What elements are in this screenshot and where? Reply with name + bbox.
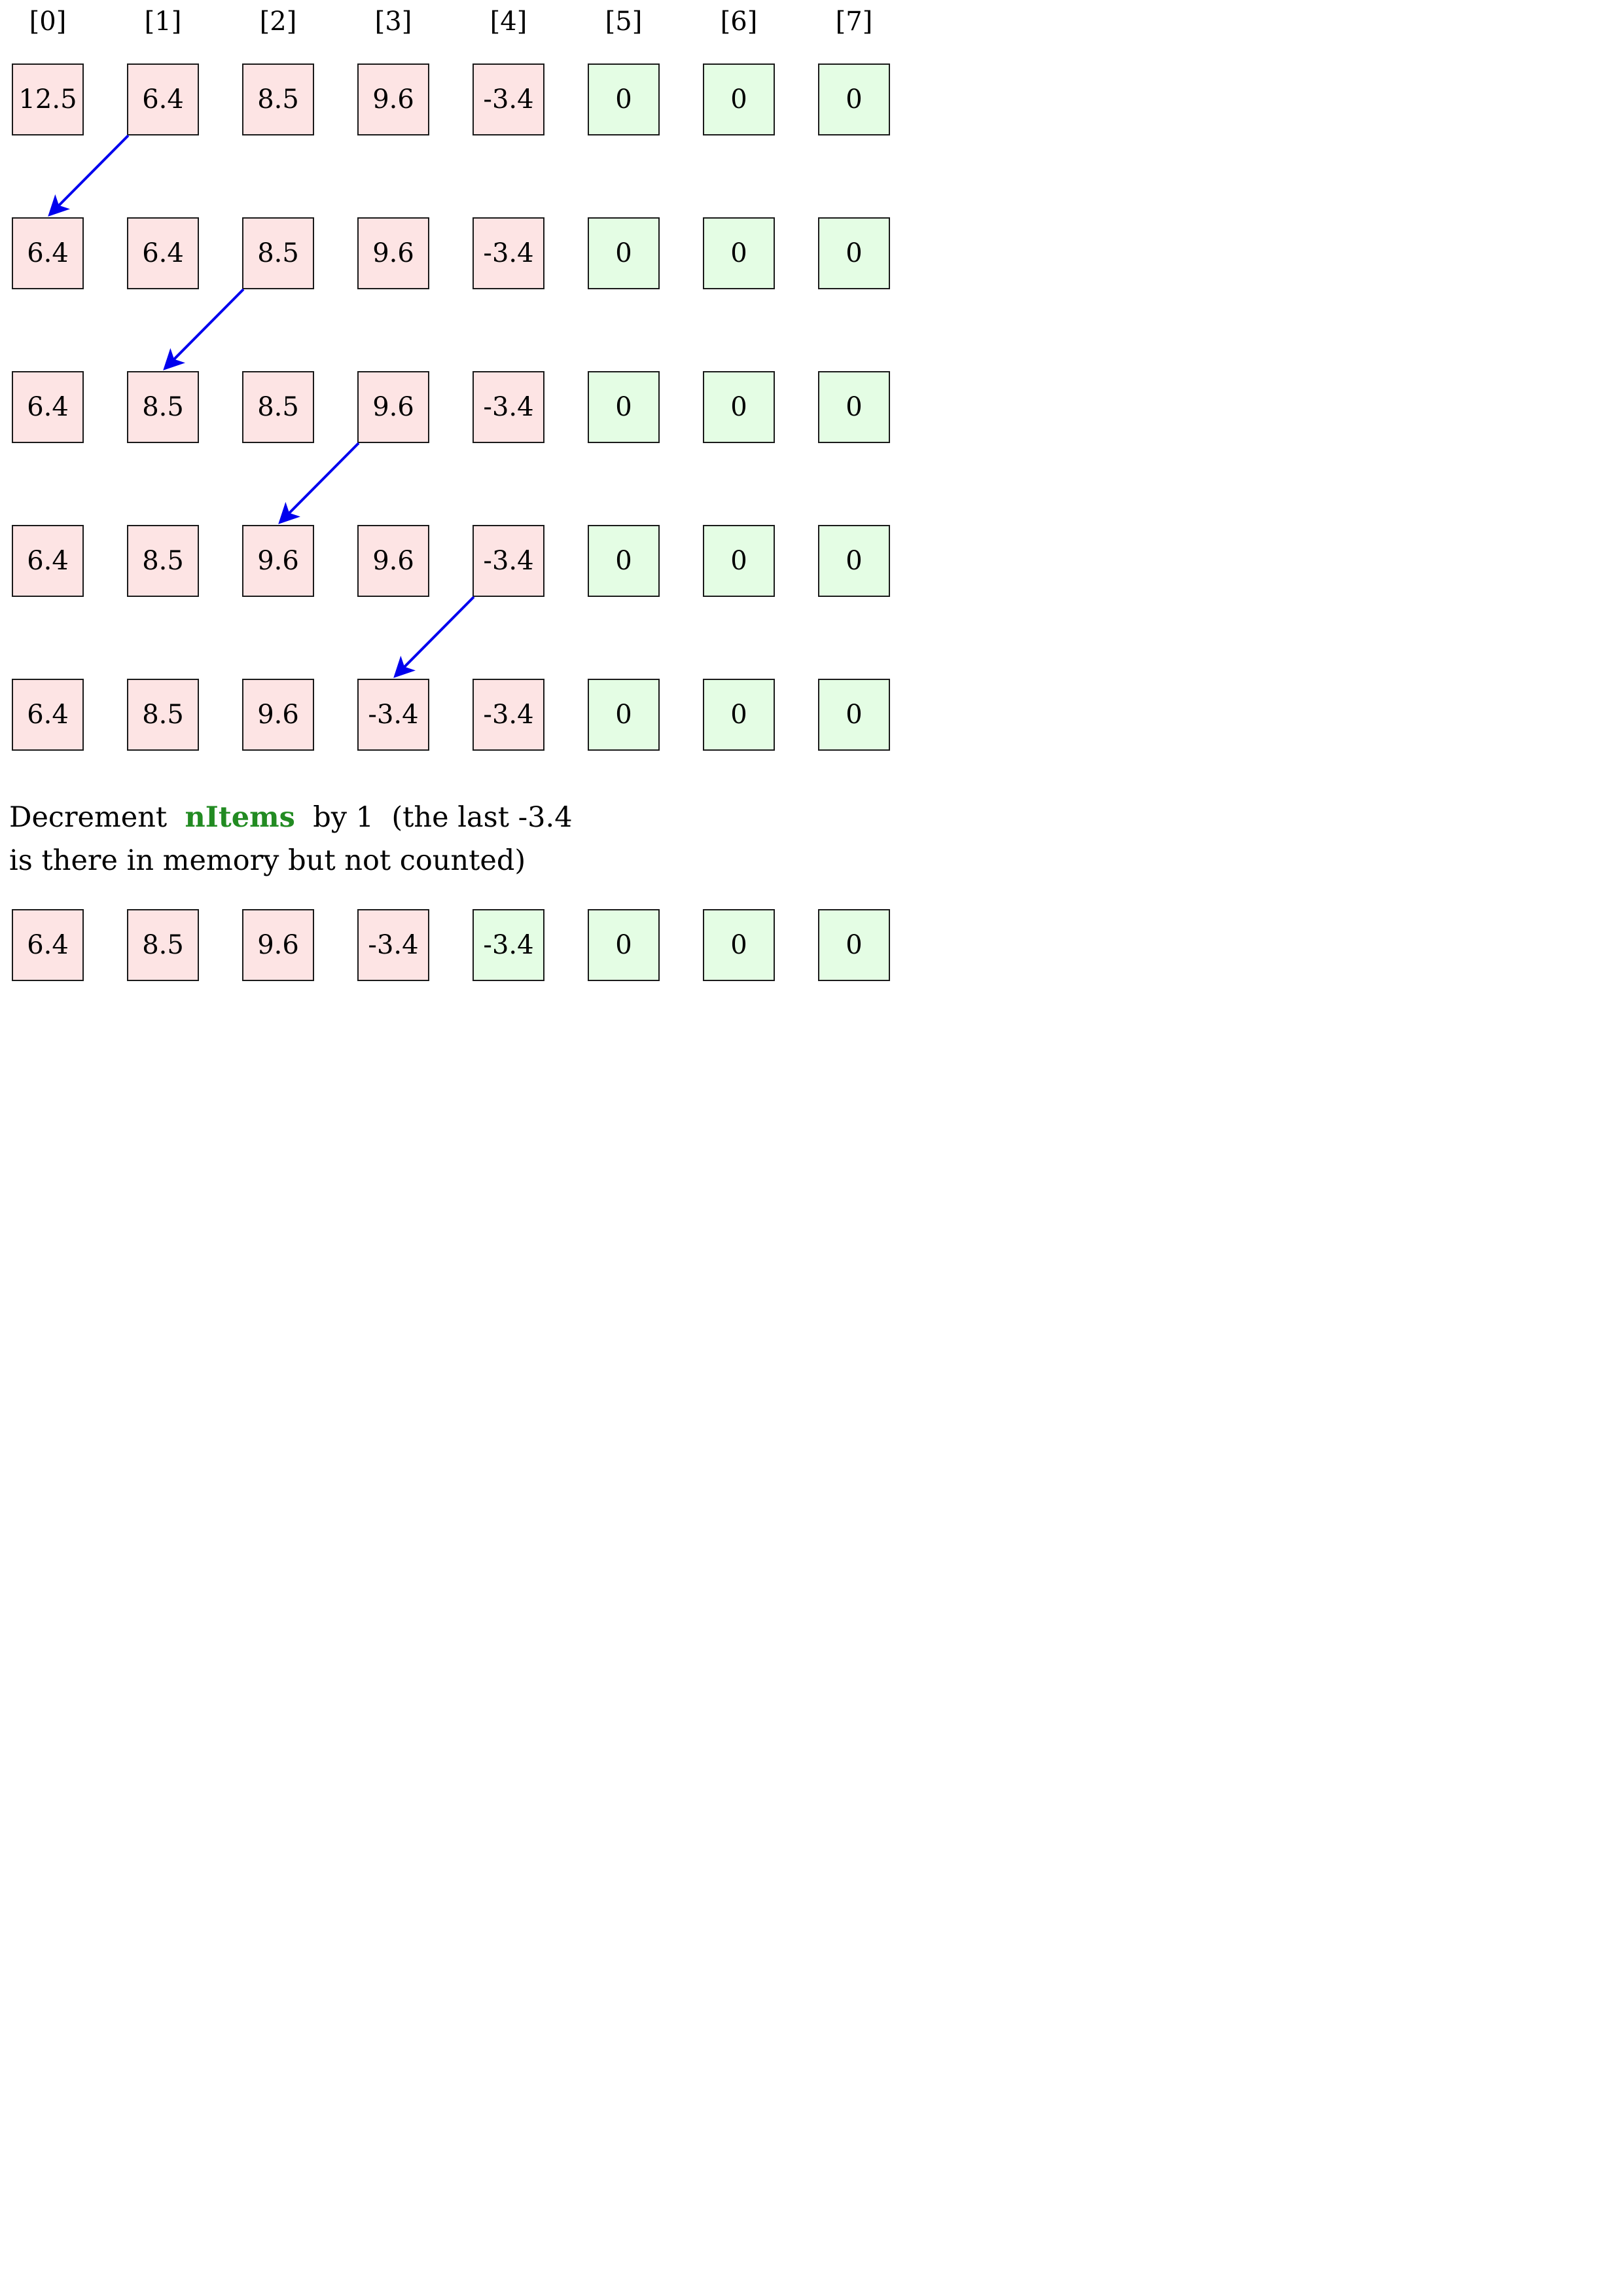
note-text-before: Decrement	[9, 801, 185, 834]
index-label-5: [5]	[605, 7, 643, 37]
final-cell-c0: 6.4	[12, 909, 84, 981]
array-cell-r1-c2: 8.5	[242, 217, 314, 289]
array-cell-r0-c6: 0	[703, 63, 775, 135]
array-cell-r3-c5: 0	[588, 525, 660, 597]
array-cell-r3-c1: 8.5	[127, 525, 199, 597]
array-cell-r4-c5: 0	[588, 679, 660, 751]
final-cell-c4: -3.4	[473, 909, 544, 981]
array-cell-r0-c3: 9.6	[357, 63, 429, 135]
final-cell-c1: 8.5	[127, 909, 199, 981]
array-cell-r2-c6: 0	[703, 371, 775, 443]
shift-arrow-2	[278, 442, 360, 524]
final-cell-c3: -3.4	[357, 909, 429, 981]
array-cell-r1-c4: -3.4	[473, 217, 544, 289]
array-cell-r2-c4: -3.4	[473, 371, 544, 443]
array-cell-r0-c5: 0	[588, 63, 660, 135]
index-label-0: [0]	[29, 7, 67, 37]
final-cell-c7: 0	[818, 909, 890, 981]
array-cell-r2-c5: 0	[588, 371, 660, 443]
final-cell-c2: 9.6	[242, 909, 314, 981]
array-cell-r3-c0: 6.4	[12, 525, 84, 597]
array-cell-r3-c4: -3.4	[473, 525, 544, 597]
decrement-note-line-2: is there in memory but not counted)	[9, 844, 526, 877]
array-cell-r4-c4: -3.4	[473, 679, 544, 751]
array-cell-r4-c1: 8.5	[127, 679, 199, 751]
array-cell-r2-c7: 0	[818, 371, 890, 443]
array-cell-r1-c6: 0	[703, 217, 775, 289]
index-label-2: [2]	[259, 7, 297, 37]
array-cell-r1-c3: 9.6	[357, 217, 429, 289]
final-cell-c5: 0	[588, 909, 660, 981]
shift-arrow-1	[163, 288, 245, 370]
array-cell-r1-c0: 6.4	[12, 217, 84, 289]
index-label-4: [4]	[490, 7, 527, 37]
array-cell-r4-c0: 6.4	[12, 679, 84, 751]
array-cell-r3-c7: 0	[818, 525, 890, 597]
array-cell-r1-c7: 0	[818, 217, 890, 289]
array-cell-r3-c2: 9.6	[242, 525, 314, 597]
array-cell-r0-c1: 6.4	[127, 63, 199, 135]
index-label-3: [3]	[374, 7, 412, 37]
shift-arrow-0	[48, 134, 130, 217]
index-label-1: [1]	[144, 7, 182, 37]
note-text-after: by 1 (the last -3.4	[294, 801, 573, 834]
decrement-note-line-1: Decrement nItems by 1 (the last -3.4	[9, 796, 573, 839]
array-cell-r4-c7: 0	[818, 679, 890, 751]
nitems-variable: nItems	[185, 801, 295, 834]
array-cell-r4-c2: 9.6	[242, 679, 314, 751]
array-cell-r0-c0: 12.5	[12, 63, 84, 135]
array-cell-r1-c5: 0	[588, 217, 660, 289]
index-label-7: [7]	[835, 7, 873, 37]
array-cell-r2-c0: 6.4	[12, 371, 84, 443]
final-cell-c6: 0	[703, 909, 775, 981]
array-cell-r2-c3: 9.6	[357, 371, 429, 443]
array-cell-r0-c7: 0	[818, 63, 890, 135]
shift-arrows	[48, 134, 475, 678]
array-cell-r2-c1: 8.5	[127, 371, 199, 443]
array-removal-diagram: [0] [1] [2] [3] [4] [5] [6] [7] 12.5 6.4 8.5 9.6 -3…	[0, 0, 1623, 2296]
array-cell-r0-c2: 8.5	[242, 63, 314, 135]
index-label-6: [6]	[720, 7, 758, 37]
array-cell-r4-c6: 0	[703, 679, 775, 751]
array-cell-r3-c6: 0	[703, 525, 775, 597]
shift-arrow-3	[393, 596, 475, 678]
array-cell-r1-c1: 6.4	[127, 217, 199, 289]
array-cell-r0-c4: -3.4	[473, 63, 544, 135]
array-cell-r2-c2: 8.5	[242, 371, 314, 443]
array-cell-r4-c3: -3.4	[357, 679, 429, 751]
array-cell-r3-c3: 9.6	[357, 525, 429, 597]
